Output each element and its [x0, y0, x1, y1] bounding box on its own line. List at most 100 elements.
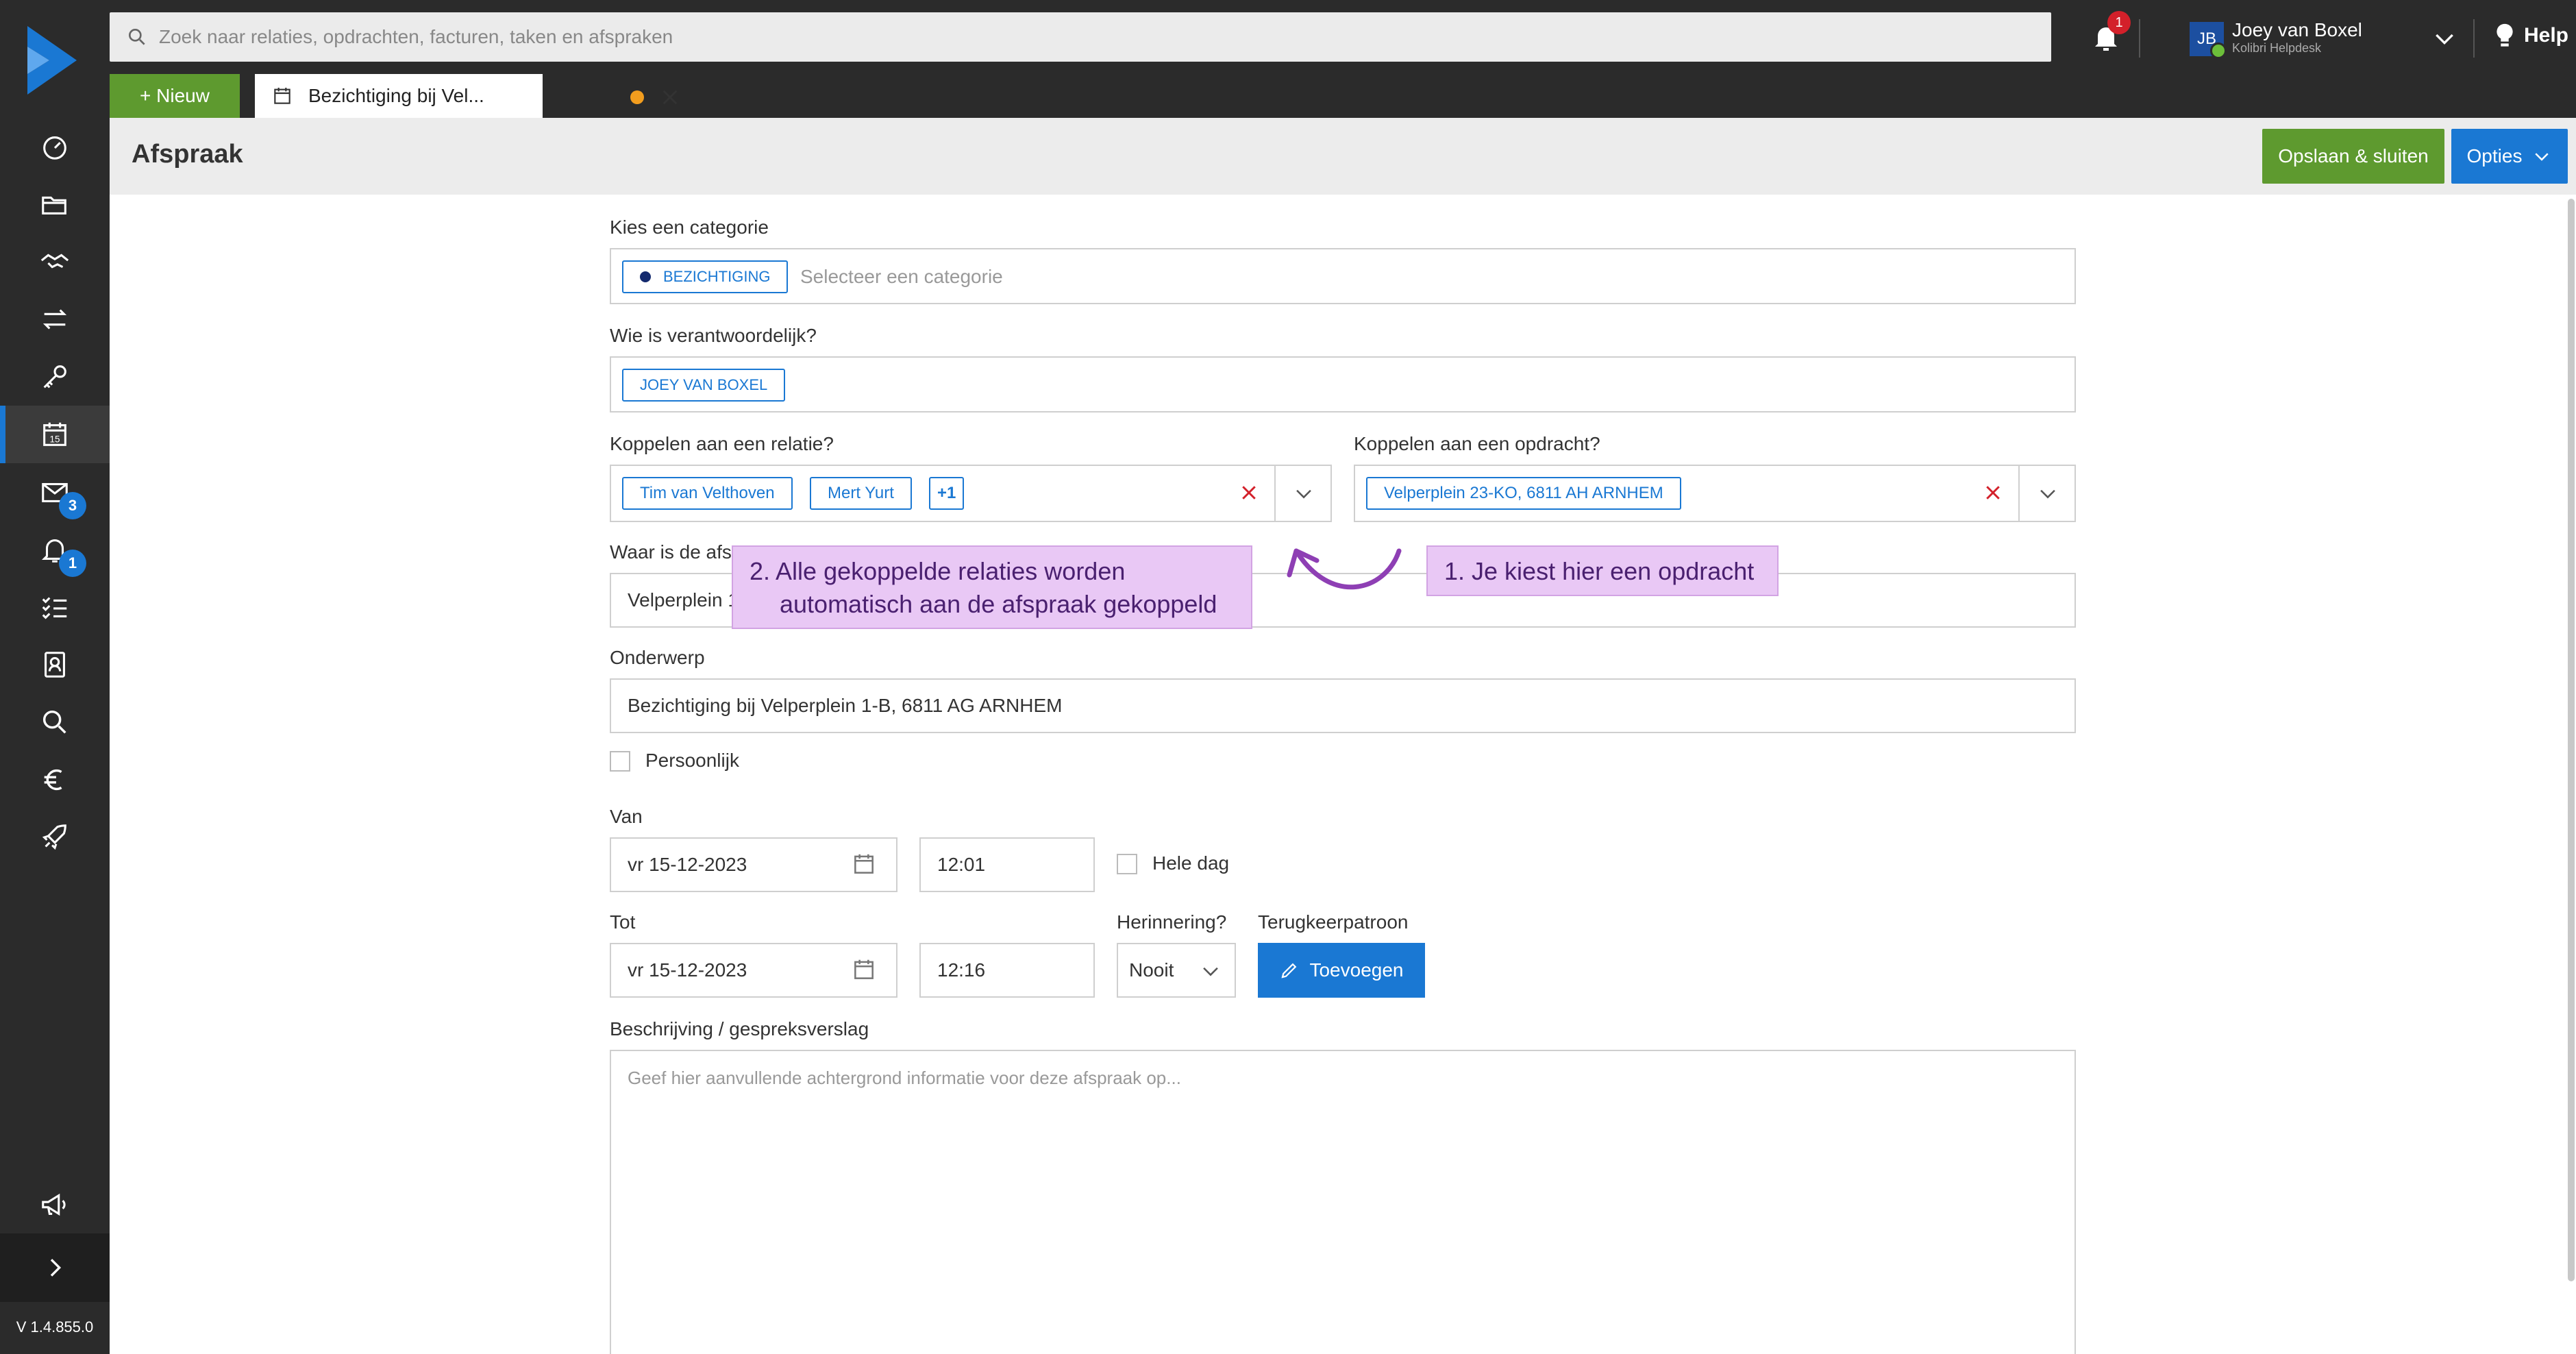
assignment-field[interactable]: Velperplein 23-KO, 6811 AH ARNHEM: [1354, 465, 2076, 522]
contacts-icon: [45, 652, 65, 678]
responsible-chip[interactable]: JOEY VAN BOXEL: [622, 369, 786, 402]
sidebar-item-transactions[interactable]: [0, 291, 110, 348]
app-version: V 1.4.855.0: [16, 1318, 94, 1335]
unsaved-indicator: [630, 90, 644, 104]
calendar-icon[interactable]: [851, 851, 877, 877]
online-status-indicator: [2210, 42, 2227, 59]
scrollbar[interactable]: [2568, 199, 2575, 1281]
search-input[interactable]: [159, 26, 2009, 48]
from-date-field[interactable]: vr 15-12-2023: [610, 837, 897, 892]
subject-field[interactable]: Bezichtiging bij Velperplein 1-B, 6811 A…: [610, 678, 2076, 733]
from-time-value: 12:01: [937, 854, 986, 875]
relation-label: Koppelen aan een relatie?: [610, 433, 834, 454]
sidebar-expand-button[interactable]: [0, 1233, 110, 1302]
responsible-label: Wie is verantwoordelijk?: [610, 325, 817, 346]
clear-icon[interactable]: [1983, 482, 2003, 503]
to-date-field[interactable]: vr 15-12-2023: [610, 943, 897, 998]
sidebar-item-mail[interactable]: 3: [0, 463, 110, 521]
category-chip-label: BEZICHTIGING: [663, 268, 771, 285]
sidebar-item-search[interactable]: [0, 693, 110, 751]
chevron-down-icon: [2040, 489, 2055, 499]
calendar-icon[interactable]: [851, 957, 877, 983]
euro-icon: [44, 769, 62, 791]
sidebar-item-contacts[interactable]: [0, 636, 110, 693]
description-field[interactable]: Geef hier aanvullende achtergrond inform…: [610, 1050, 2076, 1354]
user-name[interactable]: Joey van Boxel: [2232, 19, 2362, 41]
recurrence-label: Terugkeerpatroon: [1258, 911, 1409, 933]
reminder-value: Nooit: [1129, 959, 1174, 981]
relation-chip[interactable]: Mert Yurt: [810, 477, 912, 510]
tab-appointment[interactable]: Bezichtiging bij Vel...: [255, 74, 678, 118]
responsible-field[interactable]: JOEY VAN BOXEL: [610, 356, 2076, 413]
annotation-text: 2. Alle gekoppelde relaties worden: [750, 557, 1126, 585]
sidebar-item-notifications[interactable]: 1: [0, 521, 110, 578]
transfer-icon: [42, 309, 67, 330]
all-day-checkbox[interactable]: [1117, 854, 1137, 874]
sidebar-item-folders[interactable]: [0, 175, 110, 233]
search-icon: [129, 28, 145, 45]
chevron-down-icon: [2535, 153, 2549, 161]
location-value: Velperplein 1: [628, 589, 739, 611]
pencil-icon: [1281, 963, 1297, 978]
topbar-divider: [2139, 19, 2140, 58]
notifications-badge: 1: [59, 550, 86, 577]
sidebar-item-launch[interactable]: [0, 809, 110, 866]
topbar: 1 JB Joey van Boxel Kolibri Helpdesk Hel…: [110, 0, 2576, 118]
folder-icon: [42, 196, 66, 214]
category-field[interactable]: BEZICHTIGING Selecteer een categorie: [610, 248, 2076, 304]
tasks-icon: [42, 597, 67, 619]
all-day-label: Hele dag: [1152, 852, 1230, 874]
save-and-close-button[interactable]: Opslaan & sluiten: [2262, 129, 2444, 184]
category-placeholder: Selecteer een categorie: [800, 266, 1003, 287]
personal-checkbox[interactable]: [610, 751, 630, 772]
annotation-callout-2: 2. Alle gekoppelde relaties worden autom…: [732, 545, 1252, 629]
page-title: Afspraak: [132, 140, 243, 169]
sidebar-item-tasks[interactable]: [0, 578, 110, 636]
sidebar-item-finance[interactable]: [0, 751, 110, 809]
relation-more-chip[interactable]: +1: [929, 477, 965, 510]
to-date-value: vr 15-12-2023: [628, 959, 747, 981]
calendar-icon: [274, 88, 290, 104]
sidebar-item-keys[interactable]: [0, 348, 110, 406]
relation-field[interactable]: Tim van Velthoven Mert Yurt +1: [610, 465, 1332, 522]
sidebar-item-relations[interactable]: [0, 233, 110, 291]
relation-dropdown-toggle[interactable]: [1274, 466, 1332, 521]
help-button[interactable]: Help: [2492, 22, 2568, 49]
category-chip[interactable]: BEZICHTIGING: [622, 260, 789, 293]
sidebar-item-agenda[interactable]: 15: [0, 406, 110, 463]
notifications-count-badge: 1: [2107, 11, 2131, 34]
options-button[interactable]: Opties: [2451, 129, 2568, 184]
clear-icon[interactable]: [1239, 482, 1259, 503]
chevron-right-icon: [50, 1259, 62, 1277]
assignment-dropdown-toggle[interactable]: [2018, 466, 2076, 521]
assignment-chip[interactable]: Velperplein 23-KO, 6811 AH ARNHEM: [1366, 477, 1681, 510]
mail-badge: 3: [59, 492, 86, 519]
handshake-icon: [40, 254, 69, 269]
sidebar-item-dashboard[interactable]: [0, 118, 110, 175]
to-time-field[interactable]: 12:16: [919, 943, 1095, 998]
sidebar-item-announcements[interactable]: [0, 1176, 110, 1233]
search-icon: [42, 710, 66, 734]
reminder-select[interactable]: Nooit: [1117, 943, 1236, 998]
app-logo[interactable]: [25, 26, 79, 95]
svg-text:15: 15: [50, 434, 60, 445]
to-time-value: 12:16: [937, 959, 986, 981]
chevron-down-icon[interactable]: [2431, 25, 2458, 52]
subject-label: Onderwerp: [610, 647, 705, 668]
annotation-text: 1. Je kiest hier een opdracht: [1444, 557, 1755, 585]
relation-chip[interactable]: Tim van Velthoven: [622, 477, 793, 510]
from-time-field[interactable]: 12:01: [919, 837, 1095, 892]
close-icon[interactable]: [659, 86, 681, 108]
annotation-callout-1: 1. Je kiest hier een opdracht: [1426, 545, 1779, 596]
add-recurrence-button[interactable]: Toevoegen: [1258, 943, 1425, 998]
chevron-down-icon: [1203, 967, 1218, 976]
to-label: Tot: [610, 911, 636, 933]
calendar-icon: 15: [43, 422, 66, 446]
new-button[interactable]: + Nieuw: [110, 74, 240, 118]
global-search[interactable]: [110, 12, 2051, 62]
dashboard-icon: [43, 136, 66, 160]
location-label: Waar is de afsp: [610, 541, 743, 563]
assignment-label: Koppelen aan een opdracht?: [1354, 433, 1600, 454]
description-label: Beschrijving / gespreksverslag: [610, 1018, 869, 1039]
tab-label: Bezichtiging bij Vel...: [308, 85, 484, 106]
